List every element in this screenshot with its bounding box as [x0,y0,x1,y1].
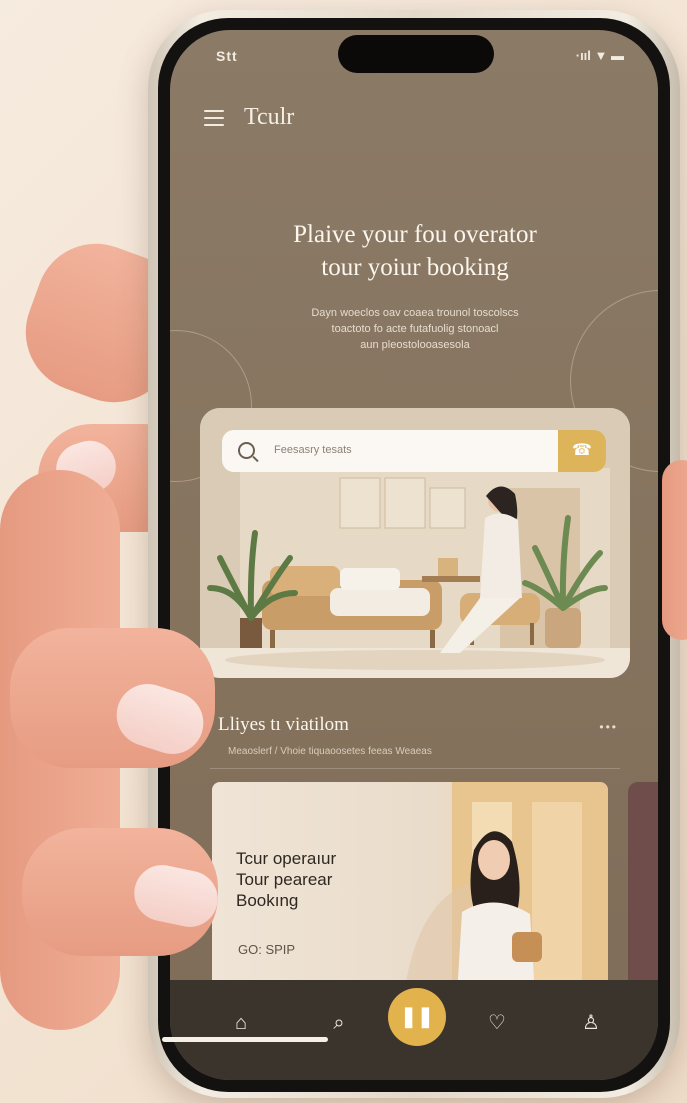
status-indicators: ·ııl ▼ ▬ [575,48,624,63]
compass-icon[interactable]: ♡ [484,1010,510,1036]
bookmark-icon[interactable]: ❚❚ [388,988,446,1046]
home-indicator [162,1037,328,1042]
hero-subtitle-line3: aun pleostolooasesola [360,339,470,351]
tour-card[interactable]: Tcur operaıur Tour pearear Bookıng GO: S… [212,782,608,1012]
hero-subtitle-line2: toactoto fo acte futafuolig stonoacl [331,323,499,335]
bottom-navigation: ⌂ ⌕ ❚❚ ♡ ♙ [170,980,658,1080]
hero-title-line1: Plaive your fou overator [293,221,537,248]
user-icon[interactable]: ♙ [578,1010,604,1036]
thumb-right [662,460,687,640]
hero-title-line2: tour yoiur booking [321,254,509,281]
tour-card-link[interactable]: GO: SPIP [238,942,295,957]
status-time: Stt [216,48,238,64]
hero-title: Plaive your fou overator tour yoiur book… [210,218,620,284]
dynamic-island [338,35,494,73]
home-icon[interactable]: ⌂ [228,1010,254,1036]
tour-title-line3: Bookıng [236,891,299,910]
next-card-peek[interactable] [628,782,658,1012]
app-title: Tculr [244,104,295,130]
hero-subtitle: Dayn woeclos oav coaea trounol toscolscs… [270,305,560,353]
section-divider [210,768,620,769]
search-icon[interactable]: ⌕ [326,1010,352,1036]
section-title: Lliyes tı viatilom [218,714,349,735]
search-icon [238,442,255,459]
tour-title-line1: Tcur operaıur [236,849,337,868]
search-input[interactable]: Feesasry tesats [274,444,352,456]
menu-icon[interactable] [204,110,224,128]
hero-image-card: Feesasry tesats ☎ [200,408,630,678]
hero-subtitle-line1: Dayn woeclos oav coaea trounol toscolscs [311,307,519,319]
tour-title-line2: Tour pearear [236,870,333,889]
app-screen: Stt ·ııl ▼ ▬ Tculr Plaive your fou overa… [170,30,658,1080]
section-more-icon[interactable]: ••• [599,720,618,734]
phone-icon[interactable]: ☎ [558,430,606,472]
search-bar[interactable]: Feesasry tesats ☎ [222,430,606,472]
section-subtitle: Meaoslerf / Vhoie tiquaoosetes feeas Wea… [228,746,432,757]
tour-card-title: Tcur operaıur Tour pearear Bookıng [236,848,406,911]
